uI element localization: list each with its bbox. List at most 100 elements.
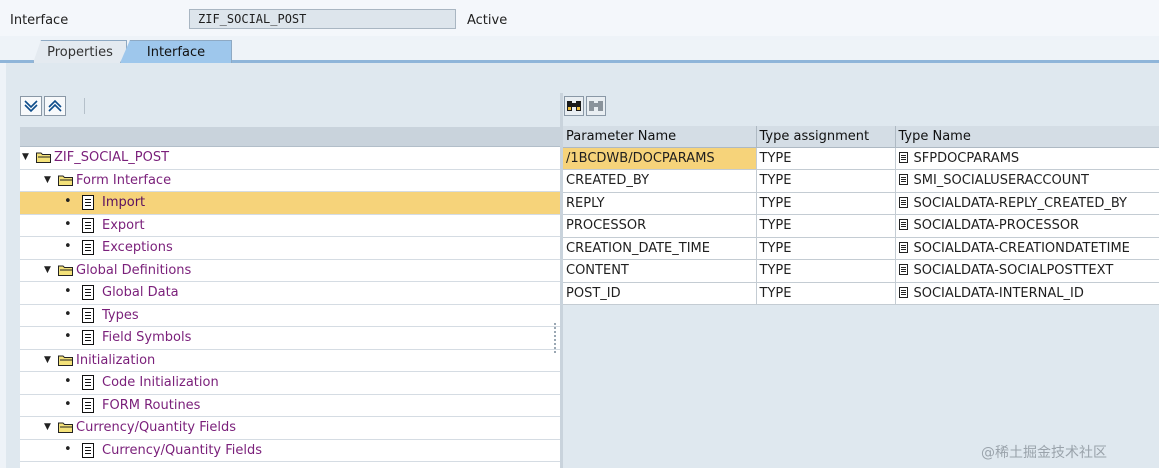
expand-toggle-icon[interactable]: ▼ <box>22 152 29 162</box>
tree-node-label: Global Definitions <box>76 262 192 278</box>
table-row[interactable]: /1BCDWB/DOCPARAMS TYPE SFPDOCPARAMS <box>563 147 1159 170</box>
interface-name-field[interactable]: ZIF_SOCIAL_POST <box>189 9 456 29</box>
bullet-icon: • <box>64 374 72 389</box>
tree-node[interactable]: ▼ ZIF_SOCIAL_POST <box>20 147 560 170</box>
parameter-name-cell[interactable]: CREATION_DATE_TIME <box>563 237 757 260</box>
binoculars-next-icon[interactable] <box>586 96 606 116</box>
tree-list: ▼ ZIF_SOCIAL_POST ▼ Form Interface • Import • E… <box>20 147 560 462</box>
parameter-name-cell[interactable]: POST_ID <box>563 282 757 305</box>
cell-text: TYPE <box>759 195 792 211</box>
tree-node[interactable]: ▼ Currency/Quantity Fields <box>20 417 560 440</box>
tree-node-label: Form Interface <box>76 172 172 188</box>
tree-toolbar <box>20 93 560 127</box>
binoculars-icon[interactable] <box>564 96 584 116</box>
cell-text: SOCIALDATA-CREATIONDATETIME <box>913 240 1130 256</box>
tree-node[interactable]: • Global Data <box>20 282 560 305</box>
parameter-name-cell[interactable]: PROCESSOR <box>563 214 757 238</box>
type-name-cell[interactable]: SOCIALDATA-REPLY_CREATED_BY <box>895 192 1159 215</box>
parameter-name-cell[interactable]: REPLY <box>563 192 757 215</box>
expand-toggle-icon[interactable]: ▼ <box>44 175 51 185</box>
folder-icon <box>36 152 51 163</box>
type-assignment-cell[interactable]: TYPE <box>756 282 896 305</box>
tree-node-label: Initialization <box>76 352 156 368</box>
tree-node-label: FORM Routines <box>102 397 201 413</box>
parameter-name-cell[interactable]: CREATED_BY <box>563 169 757 193</box>
document-icon <box>82 307 94 323</box>
tree-node[interactable]: • Import <box>20 192 560 215</box>
tree-node[interactable]: • Types <box>20 305 560 327</box>
cell-text: POST_ID <box>566 285 621 301</box>
tree-node[interactable]: • Export <box>20 215 560 237</box>
folder-icon <box>58 175 73 186</box>
header-bar: Interface ZIF_SOCIAL_POST Active <box>0 0 1159 36</box>
column-parameter-name[interactable]: Parameter Name <box>563 126 757 148</box>
type-assignment-cell[interactable]: TYPE <box>756 169 896 193</box>
type-assignment-cell[interactable]: TYPE <box>756 192 896 215</box>
type-assignment-cell[interactable]: TYPE <box>756 214 896 238</box>
cell-text: REPLY <box>566 195 605 211</box>
table-row[interactable]: CREATED_BY TYPE SMI_SOCIALUSERACCOUNT <box>563 169 1159 193</box>
type-name-cell[interactable]: SOCIALDATA-PROCESSOR <box>895 214 1159 238</box>
parameter-name-cell[interactable]: CONTENT <box>563 259 757 283</box>
expand-toggle-icon[interactable]: ▼ <box>44 265 51 275</box>
type-assignment-cell[interactable]: TYPE <box>756 237 896 260</box>
tree-node[interactable]: ▼ Global Definitions <box>20 260 560 282</box>
bullet-icon: • <box>64 306 72 322</box>
bullet-icon: • <box>64 329 72 344</box>
expand-toggle-icon[interactable]: ▼ <box>44 422 51 432</box>
status-text: Active <box>467 13 508 28</box>
cell-text: SOCIALDATA-SOCIALPOSTTEXT <box>913 263 1114 279</box>
tree-header <box>20 127 560 147</box>
splitter-grip[interactable] <box>554 323 556 353</box>
tree-node[interactable]: ▼ Form Interface <box>20 170 560 192</box>
cell-text: PROCESSOR <box>566 218 647 234</box>
tree-node[interactable]: • Exceptions <box>20 237 560 260</box>
type-ref-icon <box>898 151 908 163</box>
cell-text: TYPE <box>759 263 792 279</box>
cell-text: SMI_SOCIALUSERACCOUNT <box>913 173 1089 189</box>
type-name-cell[interactable]: SOCIALDATA-CREATIONDATETIME <box>895 237 1159 260</box>
cell-text: TYPE <box>759 150 792 166</box>
tab-properties[interactable]: Properties <box>33 40 127 63</box>
tree-node[interactable]: • Field Symbols <box>20 327 560 350</box>
cell-text: SFPDOCPARAMS <box>913 150 1020 166</box>
cell-text: TYPE <box>759 173 792 189</box>
type-name-cell[interactable]: SMI_SOCIALUSERACCOUNT <box>895 169 1159 193</box>
type-name-cell[interactable]: SOCIALDATA-INTERNAL_ID <box>895 282 1159 305</box>
tree-node[interactable]: ▼ Initialization <box>20 350 560 372</box>
column-type-name[interactable]: Type Name <box>895 126 1159 148</box>
type-ref-icon <box>898 174 908 186</box>
grid-toolbar <box>563 93 1159 125</box>
cell-text: TYPE <box>759 240 792 256</box>
type-assignment-cell[interactable]: TYPE <box>756 259 896 283</box>
table-row[interactable]: CREATION_DATE_TIME TYPE SOCIALDATA-CREATIO… <box>563 237 1159 260</box>
table-row[interactable]: REPLY TYPE SOCIALDATA-REPLY_CREATED_BY <box>563 192 1159 215</box>
table-row[interactable]: POST_ID TYPE SOCIALDATA-INTERNAL_ID <box>563 282 1159 305</box>
document-icon <box>82 442 94 458</box>
cell-text: TYPE <box>759 218 792 234</box>
tree-node[interactable]: • FORM Routines <box>20 395 560 417</box>
expand-toggle-icon[interactable]: ▼ <box>44 355 51 365</box>
tree-node-label: Currency/Quantity Fields <box>76 420 237 435</box>
cell-text: CREATED_BY <box>566 173 650 189</box>
column-type-assignment[interactable]: Type assignment <box>756 126 896 148</box>
cell-text: SOCIALDATA-REPLY_CREATED_BY <box>913 195 1128 211</box>
bullet-icon: • <box>64 284 72 299</box>
cell-text: SOCIALDATA-INTERNAL_ID <box>913 285 1084 301</box>
tree-node-label: Import <box>102 195 146 210</box>
type-name-cell[interactable]: SFPDOCPARAMS <box>895 147 1159 170</box>
main-area: ▼ ZIF_SOCIAL_POST ▼ Form Interface • Import • E… <box>6 63 1159 468</box>
type-ref-icon <box>898 264 908 276</box>
tree-node[interactable]: • Currency/Quantity Fields <box>20 440 560 462</box>
parameter-name-cell[interactable]: /1BCDWB/DOCPARAMS <box>563 147 757 170</box>
tree-node[interactable]: • Code Initialization <box>20 372 560 395</box>
tab-interface[interactable]: Interface <box>120 40 232 63</box>
folder-icon <box>58 422 73 433</box>
expand-all-icon[interactable] <box>20 96 42 116</box>
table-row[interactable]: CONTENT TYPE SOCIALDATA-SOCIALPOSTTEXT <box>563 259 1159 283</box>
type-name-cell[interactable]: SOCIALDATA-SOCIALPOSTTEXT <box>895 259 1159 283</box>
type-assignment-cell[interactable]: TYPE <box>756 147 896 170</box>
table-row[interactable]: PROCESSOR TYPE SOCIALDATA-PROCESSOR <box>563 214 1159 238</box>
collapse-all-icon[interactable] <box>44 96 66 116</box>
document-icon <box>82 240 94 255</box>
